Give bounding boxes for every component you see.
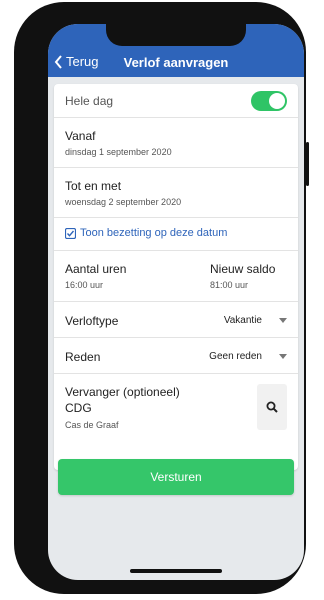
new-balance-label: Nieuw saldo [210, 262, 276, 276]
chevron-down-icon [279, 354, 287, 359]
submit-button[interactable]: Versturen [58, 459, 294, 495]
power-button [306, 142, 309, 186]
until-label: Tot en met [65, 179, 122, 193]
hours-label: Aantal uren [65, 262, 127, 276]
from-value: dinsdag 1 september 2020 [65, 147, 172, 157]
screen: Terug Verlof aanvragen Hele dag Vanaf di… [48, 24, 304, 580]
hours-value: 16:00 uur [65, 280, 104, 290]
substitute-code: CDG [65, 401, 92, 415]
until-date-row[interactable]: Tot en met woensdag 2 september 2020 [54, 168, 298, 218]
reason-label: Reden [65, 350, 101, 364]
page-title: Verlof aanvragen [123, 55, 229, 70]
leave-form: Hele dag Vanaf dinsdag 1 september 2020 … [54, 84, 298, 470]
whole-day-label: Hele dag [65, 94, 114, 108]
hours-row: Aantal uren 16:00 uur Nieuw saldo 81:00 … [54, 251, 298, 302]
mute-switch [14, 88, 17, 106]
volume-down-button [14, 172, 17, 206]
leave-type-label: Verloftype [65, 314, 119, 328]
volume-up-button [14, 128, 17, 162]
search-icon [266, 401, 278, 413]
substitute-row: Vervanger (optioneel) CDG Cas de Graaf [54, 374, 298, 442]
leave-type-row[interactable]: Verloftype Vakantie [54, 302, 298, 338]
until-value: woensdag 2 september 2020 [65, 197, 182, 207]
phone-frame: Terug Verlof aanvragen Hele dag Vanaf di… [14, 2, 306, 594]
whole-day-toggle[interactable] [251, 91, 287, 111]
substitute-name: Cas de Graaf [65, 420, 119, 430]
chevron-down-icon [279, 318, 287, 323]
from-label: Vanaf [65, 129, 96, 143]
new-balance-value: 81:00 uur [210, 280, 249, 290]
reason-row[interactable]: Reden Geen reden [54, 338, 298, 374]
show-occupancy-label: Toon bezetting op deze datum [80, 227, 228, 239]
from-date-row[interactable]: Vanaf dinsdag 1 september 2020 [54, 118, 298, 168]
toggle-knob [269, 93, 285, 109]
notch [106, 24, 246, 46]
checkbox-checked-icon [65, 227, 76, 239]
occupancy-row: Toon bezetting op deze datum [54, 218, 298, 251]
leave-type-select[interactable]: Vakantie [224, 315, 262, 326]
reason-select[interactable]: Geen reden [209, 351, 262, 362]
substitute-label: Vervanger (optioneel) [65, 385, 180, 399]
show-occupancy-checkbox[interactable]: Toon bezetting op deze datum [65, 227, 227, 239]
substitute-search-button[interactable] [257, 384, 287, 430]
home-indicator [130, 569, 222, 573]
whole-day-row: Hele dag [54, 84, 298, 118]
